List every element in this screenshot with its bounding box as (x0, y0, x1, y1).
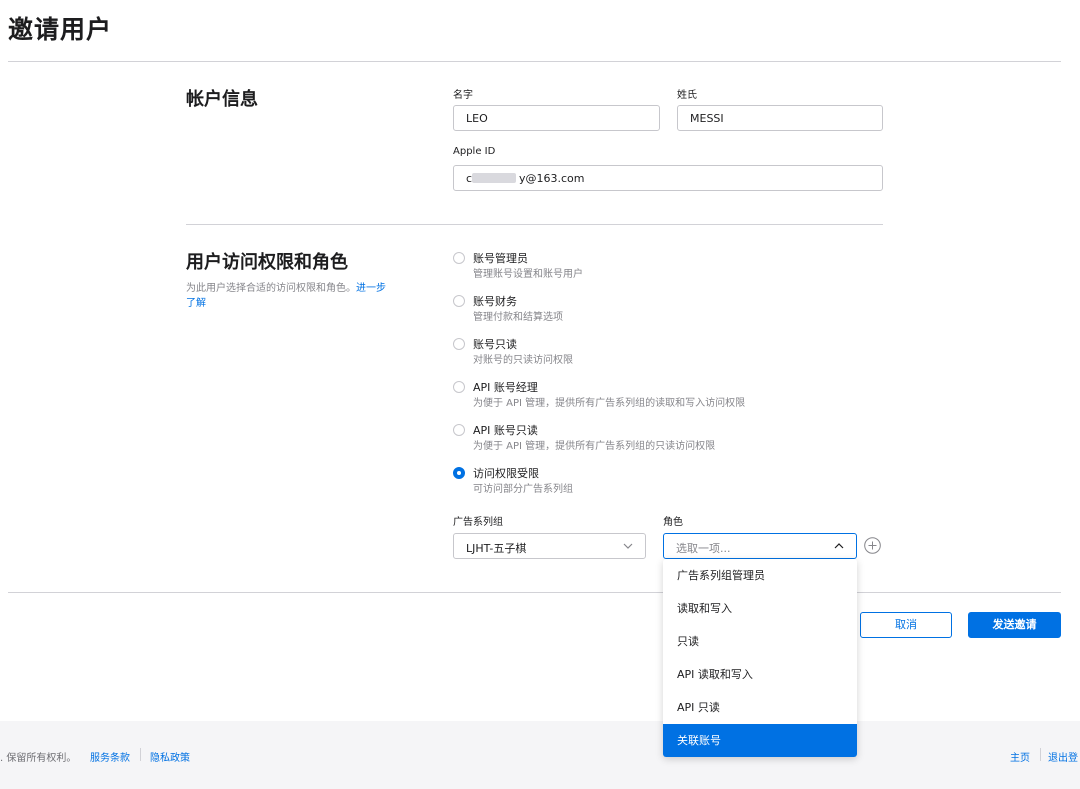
home-link[interactable]: 主页 (1010, 749, 1030, 764)
access-description: 为此用户选择合适的访问权限和角色。进一步 了解 (186, 281, 406, 311)
radio-label: 账号财务 (473, 295, 517, 308)
radio-description: 可访问部分广告系列组 (473, 484, 573, 495)
radio-description: 管理付款和结算选项 (473, 312, 563, 323)
radio-option-api-readonly[interactable]: API 账号只读 为便于 API 管理，提供所有广告系列组的只读访问权限 (453, 422, 853, 462)
radio-description: 对账号的只读访问权限 (473, 355, 573, 366)
access-title: 用户访问权限和角色 (186, 252, 348, 273)
learn-more-link-cont[interactable]: 了解 (186, 298, 206, 309)
apple-id-label: Apple ID (453, 146, 496, 157)
campaign-group-value: LJHT-五子棋 (466, 542, 527, 555)
privacy-link[interactable]: 隐私政策 (150, 749, 190, 764)
radio-label: 访问权限受限 (473, 467, 539, 480)
last-name-label: 姓氏 (677, 90, 697, 101)
page-title: 邀请用户 (8, 15, 113, 44)
logout-link[interactable]: 退出登 (1048, 749, 1078, 764)
radio-label: API 账号经理 (473, 381, 538, 394)
learn-more-link[interactable]: 进一步 (356, 283, 386, 294)
radio-button[interactable] (453, 252, 465, 264)
radio-label: 账号管理员 (473, 252, 528, 265)
cancel-button[interactable]: 取消 (860, 612, 952, 638)
apple-id-input[interactable]: c y@163.com (453, 165, 883, 191)
role-option[interactable]: 读取和写入 (663, 592, 857, 625)
radio-label: 账号只读 (473, 338, 517, 351)
role-option-highlighted[interactable]: 关联账号 (663, 724, 857, 757)
last-name-input[interactable] (677, 105, 883, 131)
role-option[interactable]: 只读 (663, 625, 857, 658)
campaign-group-label: 广告系列组 (453, 517, 503, 528)
first-name-input[interactable] (453, 105, 660, 131)
role-option[interactable]: API 只读 (663, 691, 857, 724)
radio-button-checked[interactable] (453, 467, 465, 479)
footer: . 保留所有权利。 服务条款 隐私政策 主页 退出登 (0, 721, 1080, 789)
radio-option-account-admin[interactable]: 账号管理员 管理账号设置和账号用户 (453, 250, 853, 290)
radio-button[interactable] (453, 338, 465, 350)
send-invite-button[interactable]: 发送邀请 (968, 612, 1061, 638)
role-option[interactable]: 广告系列组管理员 (663, 559, 857, 592)
header-divider (8, 61, 1061, 62)
radio-label: API 账号只读 (473, 424, 538, 437)
footer-copyright: . 保留所有权利。 (0, 753, 77, 764)
radio-description: 为便于 API 管理，提供所有广告系列组的读取和写入访问权限 (473, 398, 746, 409)
role-option[interactable]: API 读取和写入 (663, 658, 857, 691)
radio-button[interactable] (453, 424, 465, 436)
footer-separator (1040, 748, 1041, 761)
radio-option-account-finance[interactable]: 账号财务 管理付款和结算选项 (453, 293, 853, 333)
access-description-text: 为此用户选择合适的访问权限和角色。 (186, 283, 356, 294)
account-info-title: 帐户信息 (186, 89, 258, 110)
radio-option-account-readonly[interactable]: 账号只读 对账号的只读访问权限 (453, 336, 853, 376)
role-placeholder: 选取一项... (676, 542, 731, 555)
radio-button[interactable] (453, 295, 465, 307)
radio-button[interactable] (453, 381, 465, 393)
terms-link[interactable]: 服务条款 (90, 749, 130, 764)
role-select[interactable]: 选取一项... (663, 533, 857, 559)
role-label: 角色 (663, 517, 683, 528)
apple-id-suffix: y@163.com (519, 172, 585, 185)
apple-id-redaction (472, 173, 516, 183)
form-bottom-divider (8, 592, 1061, 593)
radio-option-restricted[interactable]: 访问权限受限 可访问部分广告系列组 (453, 465, 853, 505)
chevron-down-icon (623, 543, 633, 549)
campaign-group-select[interactable]: LJHT-五子棋 (453, 533, 646, 559)
add-row-icon[interactable] (864, 537, 881, 554)
role-dropdown-menu: 广告系列组管理员 读取和写入 只读 API 读取和写入 API 只读 关联账号 (663, 559, 857, 757)
radio-description: 管理账号设置和账号用户 (473, 269, 583, 280)
footer-separator (140, 748, 141, 761)
section-divider (186, 224, 883, 225)
first-name-label: 名字 (453, 90, 473, 101)
radio-option-api-manager[interactable]: API 账号经理 为便于 API 管理，提供所有广告系列组的读取和写入访问权限 (453, 379, 853, 419)
radio-description: 为便于 API 管理，提供所有广告系列组的只读访问权限 (473, 441, 716, 452)
chevron-up-icon (834, 543, 844, 549)
